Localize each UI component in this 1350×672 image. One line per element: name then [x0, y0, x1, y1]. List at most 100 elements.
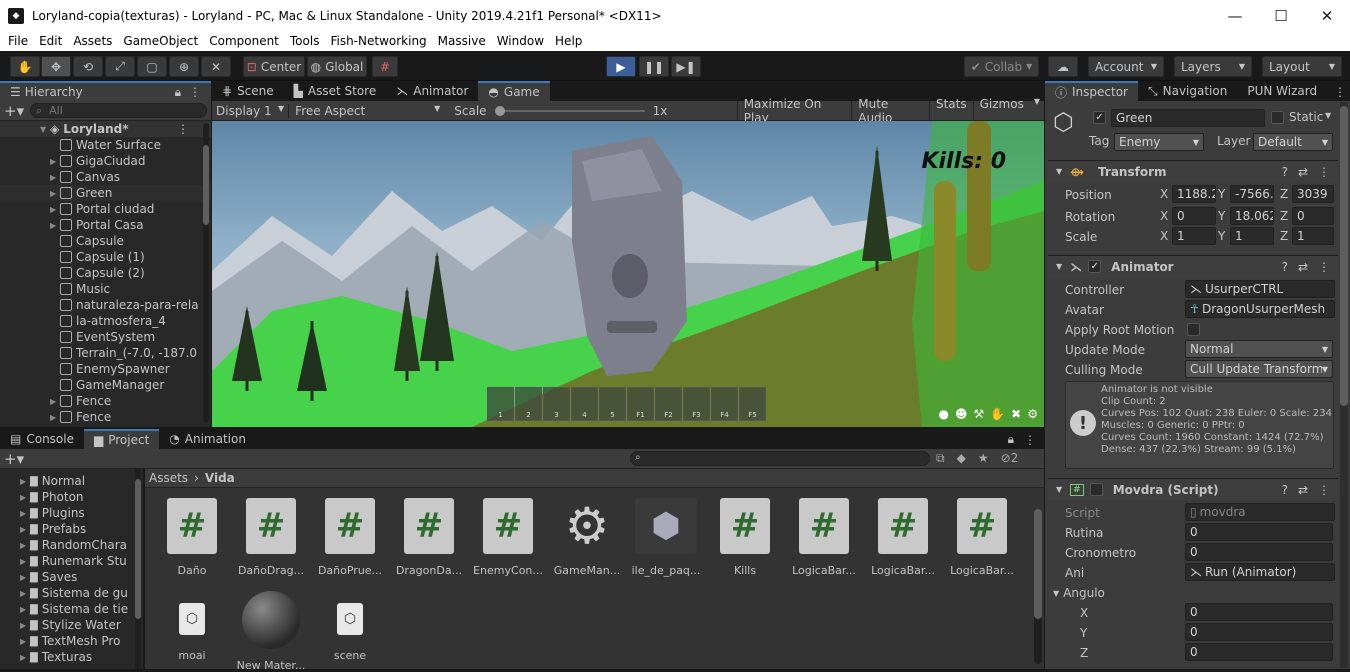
minimize-button[interactable]: — [1212, 0, 1258, 31]
menu-component[interactable]: Component [205, 34, 283, 48]
tab-animation[interactable]: ◔ Animation [159, 429, 256, 449]
preset-icon[interactable]: ⇄ [1298, 260, 1308, 274]
bomb-icon[interactable]: ● [938, 407, 948, 421]
static-checkbox[interactable] [1271, 111, 1284, 124]
tab-hierarchy[interactable]: ☰ Hierarchy 🔒︎ ⋮ [0, 81, 211, 101]
hidden-packages-icon[interactable]: ⊘2 [1001, 451, 1019, 466]
asset-item[interactable]: # Kills [710, 498, 780, 577]
update-mode-dropdown[interactable]: Normal ▼ [1185, 340, 1333, 358]
more-icon[interactable]: ⋮ [1318, 260, 1330, 274]
more-icon[interactable]: ⋮ [1318, 165, 1330, 179]
hierarchy-scrollbar[interactable] [203, 123, 209, 423]
hierarchy-item[interactable]: Water Surface [0, 137, 211, 153]
pivot-center-button[interactable]: ⊡ Center [243, 56, 305, 77]
snap-grid-icon[interactable]: # [372, 56, 398, 77]
expand-arrow-icon[interactable]: ▶ [20, 637, 30, 646]
assets-scrollbar[interactable] [1034, 509, 1042, 664]
expand-arrow-icon[interactable]: ▶ [20, 621, 30, 630]
asset-item[interactable]: # LogicaBar... [868, 498, 938, 577]
animator-enabled-checkbox[interactable]: ✓ [1088, 260, 1102, 273]
object-name-field[interactable]: Green [1111, 109, 1265, 127]
hierarchy-item[interactable]: Capsule (2) [0, 265, 211, 281]
position-z-field[interactable]: 3039 [1292, 185, 1334, 203]
hierarchy-item[interactable]: ▶ Fence [0, 409, 211, 425]
hotbar-slot[interactable]: F4 [711, 387, 738, 421]
hammer-icon[interactable]: ⚒ [973, 407, 984, 421]
expand-arrow-icon[interactable]: ▶ [20, 541, 30, 550]
asset-item[interactable]: New Mater... [236, 591, 306, 672]
active-checkbox[interactable]: ✓ [1093, 111, 1106, 124]
folder-item[interactable]: ▶ ▇ Runemark Stu [0, 553, 143, 569]
angulo-y-field[interactable]: 0 [1185, 623, 1333, 641]
menu-window[interactable]: Window [493, 34, 548, 48]
more-icon[interactable]: ⋮ [1024, 433, 1036, 447]
expand-arrow-icon[interactable]: ▶ [50, 205, 60, 214]
preset-icon[interactable]: ⇄ [1298, 483, 1308, 497]
expand-arrow-icon[interactable]: ▶ [50, 173, 60, 182]
expand-arrow-icon[interactable]: ▶ [50, 413, 60, 422]
menu-massive[interactable]: Massive [434, 34, 490, 48]
culling-mode-dropdown[interactable]: Cull Update Transforms ▼ [1185, 360, 1333, 378]
preset-icon[interactable]: ⇄ [1298, 165, 1308, 179]
folder-item[interactable]: ▶ ▇ Saves [0, 569, 143, 585]
tab-console[interactable]: ▤ Console [0, 429, 84, 449]
help-icon[interactable]: ? [1282, 165, 1288, 179]
layer-dropdown[interactable]: Default ▼ [1253, 133, 1333, 151]
folder-item[interactable]: ▶ ▇ Stylize Water [0, 617, 143, 633]
position-x-field[interactable]: 1188.2 [1172, 185, 1216, 203]
account-dropdown[interactable]: Account ▼ [1088, 56, 1164, 77]
scale-track[interactable] [494, 105, 645, 116]
more-icon[interactable]: ⋮ [189, 85, 201, 100]
movdra-header[interactable]: ▼ # Movdra (Script) ? ⇄ ⋮ [1048, 478, 1338, 500]
favorites-icon[interactable]: ★ [978, 451, 989, 466]
lock-icon[interactable]: 🔒︎ [1008, 432, 1014, 447]
asset-item[interactable]: ⬡ moai [157, 591, 227, 662]
step-button[interactable]: ▶❚ [671, 56, 701, 77]
more-icon[interactable]: ⋮ [1334, 85, 1350, 99]
tab-project[interactable]: ▆ Project [83, 429, 160, 449]
help-icon[interactable]: ? [1282, 483, 1288, 497]
hierarchy-item[interactable]: Capsule [0, 233, 211, 249]
folder-item[interactable]: ▶ ▇ Plugins [0, 505, 143, 521]
folder-item[interactable]: ▶ ▇ Texturas [0, 649, 143, 665]
tab-asset-store[interactable]: ▙ Asset Store [284, 81, 387, 101]
global-button[interactable]: ◍ Global [307, 56, 367, 77]
expand-arrow-icon[interactable]: ▶ [50, 157, 60, 166]
expand-arrow-icon[interactable]: ▶ [50, 189, 60, 198]
hotbar-slot[interactable]: F1 [627, 387, 654, 421]
folder-item[interactable]: ▶ ▇ Sistema de tie [0, 601, 143, 617]
transform-tool-icon[interactable]: ⊕ [169, 56, 199, 77]
expand-arrow-icon[interactable]: ▶ [20, 653, 30, 662]
maximize-button[interactable]: ☐ [1258, 0, 1304, 31]
inspector-scrollbar[interactable] [1340, 102, 1348, 668]
breadcrumb-vida[interactable]: Vida [205, 471, 235, 485]
rect-tool-icon[interactable]: ▢ [137, 56, 167, 77]
scale-x-field[interactable]: 1 [1172, 227, 1216, 245]
menu-help[interactable]: Help [551, 34, 586, 48]
tab-animator[interactable]: ⋋ Animator [386, 81, 478, 101]
hierarchy-item[interactable]: ▶ Green [0, 185, 211, 201]
add-icon[interactable]: +▾ [4, 450, 24, 468]
hotbar-slot[interactable]: F5 [739, 387, 766, 421]
close-button[interactable]: ✕ [1304, 0, 1350, 31]
hotbar-slot[interactable]: 3 [543, 387, 570, 421]
asset-item[interactable]: # DañoDrag... [236, 498, 306, 577]
expand-arrow-icon[interactable]: ▶ [20, 573, 30, 582]
hotbar-slot[interactable]: 2 [515, 387, 542, 421]
filter-by-type-icon[interactable]: ⧉ [936, 451, 945, 466]
hierarchy-item[interactable]: la-atmosfera_4 [0, 313, 211, 329]
more-icon[interactable]: ⋮ [1318, 483, 1330, 497]
asset-item[interactable]: # EnemyCon... [473, 498, 543, 577]
asset-item[interactable]: # DragonDa... [394, 498, 464, 577]
hierarchy-item[interactable]: GameManager [0, 377, 211, 393]
breadcrumb-assets[interactable]: Assets [149, 471, 188, 485]
expand-arrow-icon[interactable]: ▶ [20, 557, 30, 566]
tab-inspector[interactable]: ⓘ Inspector [1045, 81, 1138, 101]
angulo-z-field[interactable]: 0 [1185, 643, 1333, 661]
hand-icon[interactable]: ✋ [990, 407, 1005, 421]
folder-item[interactable]: ▶ ▇ Photon [0, 489, 143, 505]
scale-slider[interactable]: Scale 1x [444, 104, 736, 118]
hierarchy-item[interactable]: Terrain_(-7.0, -187.0 [0, 345, 211, 361]
menu-fish-networking[interactable]: Fish-Networking [326, 34, 430, 48]
person-icon[interactable]: ☻ [955, 407, 968, 421]
